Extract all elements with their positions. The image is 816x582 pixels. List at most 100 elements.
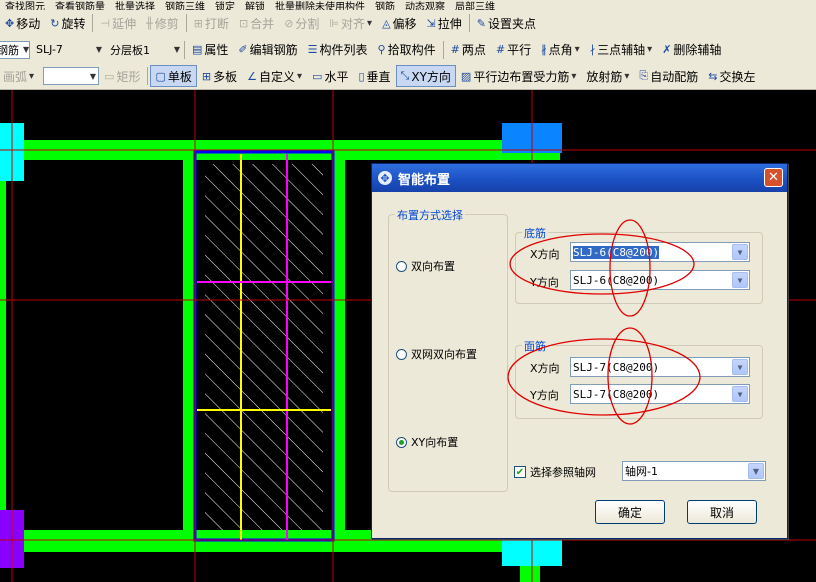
rotate-button[interactable]: ↻ 旋转	[45, 12, 90, 34]
align-button[interactable]: ⊫ 对齐 ▾	[324, 12, 377, 34]
rotate-icon: ↻	[50, 16, 60, 30]
dialog-title-bar[interactable]: ✥ 智能布置	[372, 164, 787, 192]
multi-slab-icon: ⊞	[201, 69, 212, 83]
separator	[442, 40, 444, 59]
radio-two-way[interactable]: 双向布置	[396, 258, 455, 274]
break-icon: ⊞	[193, 16, 203, 30]
parallel-edge-icon: ▨	[460, 69, 472, 83]
beam-mid-left[interactable]	[183, 154, 195, 530]
swap-button[interactable]: ⇆ 交换左	[703, 65, 760, 87]
auto-rebar-button[interactable]: ⎘ 自动配筋	[634, 65, 703, 87]
top-x-label: X方向	[530, 362, 560, 375]
edit-rebar-button[interactable]: ✐ 编辑钢筋	[233, 39, 302, 61]
stretch-button[interactable]: ⇲ 拉伸	[422, 12, 467, 34]
parallel-edge-button[interactable]: ▨ 平行边布置受力筋 ▾	[456, 65, 581, 87]
rectangle-button[interactable]: ▭ 矩形	[99, 65, 145, 87]
component-toolbar: 钢筋▼ SLJ-7▼ 分层板1▼ ▤属性 ✐编辑钢筋 ☰构件列表 ⚲拾取构件 #…	[0, 36, 816, 64]
split-icon: ⊘	[284, 16, 294, 30]
chevron-down-icon: ▾	[571, 70, 577, 82]
point-angle-icon: ∦	[541, 43, 547, 56]
cancel-button[interactable]: 取消	[687, 500, 757, 524]
type-combo[interactable]: 钢筋▼	[0, 40, 30, 59]
ref-axis-checkbox[interactable]: ✔ 选择参照轴网	[514, 464, 596, 480]
radio-selected-icon	[396, 436, 407, 448]
radial-button[interactable]: 放射筋 ▾	[581, 65, 634, 87]
arc-button[interactable]: 画弧 ▾	[0, 65, 39, 87]
move-icon: ✥	[5, 16, 15, 30]
pick-component-button[interactable]: ⚲ 拾取构件	[373, 39, 441, 61]
arc-combo[interactable]: ▼	[43, 67, 100, 85]
smart-layout-dialog: ✥ 智能布置 ✕ 布置方式选择 双向布置 双网双向布置 XY向布置 底筋 X方向…	[371, 163, 788, 539]
slab-hatch	[205, 164, 323, 530]
bottom-y-label: Y方向	[530, 276, 559, 289]
break-button[interactable]: ⊞ 打断	[189, 12, 234, 34]
custom-button[interactable]: ∠ 自定义 ▾	[242, 65, 307, 87]
grip-icon: ✎	[476, 16, 486, 30]
point-angle-button[interactable]: ∦ 点角 ▾	[536, 39, 585, 61]
chevron-down-icon[interactable]: ▼	[732, 244, 748, 260]
top-y-select[interactable]: SLJ-7(C8@200) ▼	[570, 384, 750, 404]
separator	[184, 40, 185, 59]
radio-double-net[interactable]: 双网双向布置	[396, 346, 477, 362]
merge-button[interactable]: ⊡ 合并	[234, 12, 279, 34]
bottom-y-select[interactable]: SLJ-6(C8@200) ▼	[570, 270, 750, 290]
radio-icon	[396, 260, 407, 272]
stretch-icon: ⇲	[426, 16, 436, 30]
delete-axis-button[interactable]: ✗ 删除辅轴	[657, 39, 726, 61]
chevron-down-icon: ▼	[89, 71, 97, 81]
move-button[interactable]: ✥ 移动	[0, 12, 45, 34]
vertical-icon: ▯	[358, 69, 365, 83]
chevron-down-icon: ▼	[95, 45, 102, 54]
parallel-icon: #	[495, 43, 506, 56]
single-slab-icon: ▢	[155, 69, 166, 83]
properties-button[interactable]: ▤ 属性	[187, 39, 233, 61]
three-point-axis-button[interactable]: ∤ 三点辅轴 ▾	[585, 39, 658, 61]
ref-axis-select[interactable]: 轴网-1 ▼	[622, 461, 766, 481]
beam-left[interactable]	[0, 154, 6, 530]
chevron-down-icon[interactable]: ▼	[732, 386, 748, 402]
top-x-select[interactable]: SLJ-7(C8@200) ▼	[570, 357, 750, 377]
chevron-down-icon: ▾	[647, 44, 653, 55]
two-point-icon: #	[450, 43, 460, 56]
bottom-x-select[interactable]: SLJ-6(C8@200) ▼	[570, 242, 750, 262]
separator	[92, 14, 94, 32]
auto-rebar-icon: ⎘	[639, 69, 649, 82]
properties-icon: ▤	[192, 43, 203, 56]
three-point-axis-icon: ∤	[589, 43, 596, 56]
set-grip-button[interactable]: ✎ 设置夹点	[472, 12, 541, 34]
top-y-label: Y方向	[530, 389, 559, 402]
radio-xy[interactable]: XY向布置	[396, 434, 458, 450]
chevron-down-icon[interactable]: ▼	[748, 463, 764, 479]
vertical-button[interactable]: ▯ 垂直	[353, 65, 395, 87]
ok-button[interactable]: 确定	[595, 500, 665, 524]
trim-icon: ╫	[146, 16, 153, 30]
chevron-down-icon: ▾	[297, 70, 303, 82]
multi-slab-button[interactable]: ⊞ 多板	[197, 65, 242, 87]
xy-icon: ⤡	[400, 69, 410, 82]
split-button[interactable]: ⊘ 分割	[279, 12, 324, 34]
radio-icon	[396, 348, 407, 360]
chevron-down-icon[interactable]: ▼	[732, 272, 748, 288]
offset-button[interactable]: ◬ 偏移	[377, 12, 421, 34]
single-slab-button[interactable]: ▢ 单板	[150, 65, 197, 87]
chevron-down-icon[interactable]: ▼	[732, 359, 748, 375]
separator	[468, 14, 470, 32]
horizontal-button[interactable]: ▭ 水平	[307, 65, 353, 87]
parallel-button[interactable]: # 平行	[491, 39, 536, 61]
beam-mid-right[interactable]	[333, 154, 345, 530]
horizontal-icon: ▭	[312, 69, 323, 83]
app-icon: ✥	[378, 171, 392, 185]
extend-button[interactable]: ⊣ 延伸	[95, 12, 141, 34]
extend-icon: ⊣	[100, 16, 111, 30]
xy-direction-button[interactable]: ⤡ XY方向	[395, 65, 456, 87]
close-button[interactable]: ✕	[764, 168, 783, 187]
align-icon: ⊫	[329, 16, 340, 30]
layer-combo[interactable]: 分层板1 ▼	[108, 41, 182, 59]
two-point-button[interactable]: # 两点	[446, 39, 491, 61]
trim-button[interactable]: ╫ 修剪	[141, 12, 184, 34]
component-list-button[interactable]: ☰ 构件列表	[303, 39, 373, 61]
bottom-x-label: X方向	[530, 248, 560, 261]
name-combo[interactable]: SLJ-7 ▼	[34, 41, 104, 59]
swap-icon: ⇆	[708, 69, 718, 83]
edit-toolbar: ✥ 移动 ↻ 旋转 ⊣ 延伸 ╫ 修剪 ⊞ 打断 ⊡ 合并 ⊘ 分割 ⊫ 对齐 ▾ ◬ 偏移 ⇲ 拉伸…	[0, 10, 816, 37]
